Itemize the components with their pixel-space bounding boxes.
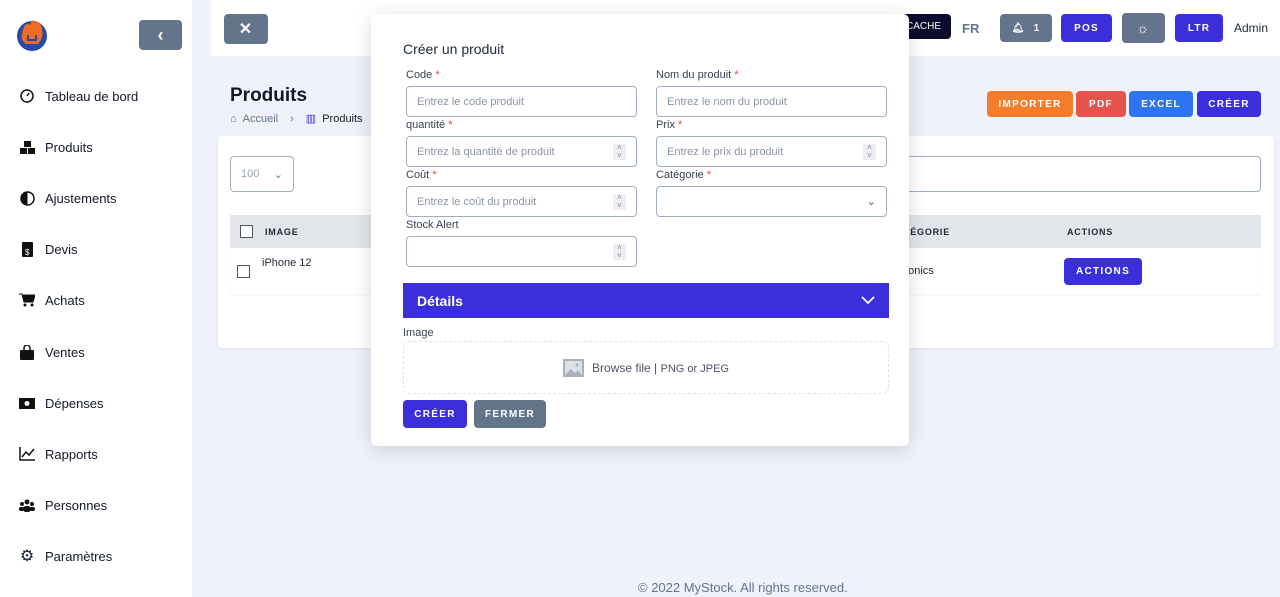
user-menu[interactable]: Admin: [1234, 21, 1268, 35]
sidebar-item-label: Ventes: [45, 344, 85, 360]
language-selector[interactable]: FR: [962, 21, 979, 36]
sidebar-item-dashboard[interactable]: Tableau de bord: [0, 76, 192, 116]
stock-alert-label: Stock Alert: [406, 219, 459, 231]
svg-text:$: $: [25, 248, 30, 257]
notifications-button[interactable]: 🔔︎ 1: [1000, 14, 1052, 42]
collapse-sidebar-button[interactable]: ‹: [139, 20, 182, 50]
image-label: Image: [403, 327, 434, 339]
sidebar-item-label: Achats: [45, 292, 85, 308]
browse-file-link[interactable]: Browse file: [592, 361, 651, 375]
modal-create-button[interactable]: CRÉER: [403, 400, 467, 428]
money-bill-icon: [19, 395, 35, 411]
category-label: Catégorie *: [656, 169, 712, 181]
sidebar-item-label: Ajustements: [45, 190, 117, 206]
number-spinner-icon[interactable]: ˄ ˅: [863, 143, 876, 160]
dashboard-gauge-icon: [19, 88, 35, 104]
app-logo: [17, 20, 47, 51]
code-input[interactable]: Entrez le code produit: [406, 86, 637, 117]
sidebar-item-expenses[interactable]: Dépenses: [0, 383, 192, 423]
direction-toggle-button[interactable]: LTR: [1175, 14, 1223, 42]
create-product-button[interactable]: CRÉER: [1197, 91, 1261, 117]
footer-copyright: © 2022 MyStock. All rights reserved.: [638, 580, 848, 595]
page-title: Produits: [230, 85, 308, 106]
sidebar-item-quotes[interactable]: $ Devis: [0, 229, 192, 269]
import-button[interactable]: IMPORTER: [987, 91, 1073, 117]
modal-close-button[interactable]: FERMER: [474, 400, 546, 428]
chevron-down-icon: [861, 296, 875, 305]
code-label: Code *: [406, 69, 440, 81]
number-spinner-icon[interactable]: ˄ ˅: [613, 243, 626, 260]
sun-icon: ☼: [1136, 20, 1151, 36]
stock-alert-input[interactable]: ˄ ˅: [406, 236, 637, 267]
row-actions-button[interactable]: ACTIONS: [1064, 258, 1142, 285]
sidebar-item-label: Rapports: [45, 446, 98, 462]
shopping-bag-icon: [19, 344, 35, 360]
breadcrumb-separator: ›: [290, 112, 294, 125]
sidebar-item-purchases[interactable]: Achats: [0, 280, 192, 320]
invoice-dollar-icon: $: [19, 241, 35, 257]
sidebar-item-sales[interactable]: Ventes: [0, 332, 192, 372]
price-label: Prix *: [656, 119, 683, 131]
file-formats-hint: PNG or JPEG: [660, 362, 729, 375]
gear-icon: ⚙: [19, 548, 35, 565]
sidebar-item-products[interactable]: Produits: [0, 127, 192, 167]
boxes-icon: [19, 139, 35, 155]
breadcrumb: ⌂ Accueil › ▥ Produits: [230, 112, 363, 126]
details-accordion[interactable]: Détails: [403, 283, 889, 318]
row-checkbox[interactable]: [237, 265, 250, 278]
sidebar-item-label: Personnes: [45, 497, 108, 513]
breadcrumb-current: Produits: [322, 112, 363, 125]
line-chart-icon: [19, 446, 35, 462]
theme-toggle-button[interactable]: ☼: [1122, 13, 1165, 43]
product-name: iPhone 12: [262, 257, 312, 269]
sidebar-item-label: Devis: [45, 241, 78, 257]
modal-title: Créer un produit: [403, 41, 505, 57]
bell-icon: 🔔︎: [1011, 22, 1026, 34]
bar-chart-icon: ▥: [305, 113, 317, 125]
sidebar: ‹ Tableau de bord Produits Ajustements $…: [0, 0, 192, 597]
sidebar-item-label: Tableau de bord: [45, 88, 139, 104]
select-all-checkbox[interactable]: [240, 225, 253, 238]
close-icon: ✕: [238, 21, 254, 38]
sidebar-item-label: Paramètres: [45, 548, 113, 564]
users-icon: [19, 497, 35, 513]
home-icon: ⌂: [230, 112, 237, 125]
column-header-actions: ACTIONS: [1067, 227, 1114, 237]
close-menu-button[interactable]: ✕: [224, 14, 268, 44]
sidebar-item-reports[interactable]: Rapports: [0, 434, 192, 474]
cost-label: Coût *: [406, 169, 437, 181]
chevron-down-icon: ⌄: [866, 196, 876, 208]
number-spinner-icon[interactable]: ˄ ˅: [613, 193, 626, 210]
product-name-input[interactable]: Entrez le nom du produit: [656, 86, 887, 117]
column-header-image: IMAGE: [265, 227, 299, 237]
image-dropzone[interactable]: Browse file | PNG or JPEG: [403, 341, 889, 394]
quantity-label: quantité *: [406, 119, 453, 131]
price-input[interactable]: Entrez le prix du produit ˄ ˅: [656, 136, 887, 167]
per-page-select[interactable]: 100 ⌄: [230, 156, 294, 192]
create-product-modal: Créer un produit Code * Entrez le code p…: [371, 14, 909, 446]
image-icon: [563, 358, 585, 377]
number-spinner-icon[interactable]: ˄ ˅: [613, 143, 626, 160]
pos-button[interactable]: POS: [1061, 14, 1112, 42]
name-label: Nom du produit *: [656, 69, 739, 81]
cart-icon: [19, 292, 35, 308]
sidebar-item-people[interactable]: Personnes: [0, 485, 192, 525]
cost-input[interactable]: Entrez le coût du produit ˄ ˅: [406, 186, 637, 217]
half-circle-icon: [19, 190, 35, 206]
pdf-export-button[interactable]: PDF: [1076, 91, 1126, 117]
sidebar-item-settings[interactable]: ⚙ Paramètres: [0, 536, 192, 576]
sidebar-item-label: Produits: [45, 139, 93, 155]
quantity-input[interactable]: Entrez la quantité de produit ˄ ˅: [406, 136, 637, 167]
category-select[interactable]: ⌄: [656, 186, 887, 217]
sidebar-item-adjustments[interactable]: Ajustements: [0, 178, 192, 218]
breadcrumb-home[interactable]: Accueil: [243, 113, 278, 125]
sidebar-item-label: Dépenses: [45, 395, 104, 411]
chevron-left-icon: ‹: [157, 24, 164, 45]
chevron-down-icon: ⌄: [273, 168, 283, 181]
excel-export-button[interactable]: EXCEL: [1129, 91, 1193, 117]
